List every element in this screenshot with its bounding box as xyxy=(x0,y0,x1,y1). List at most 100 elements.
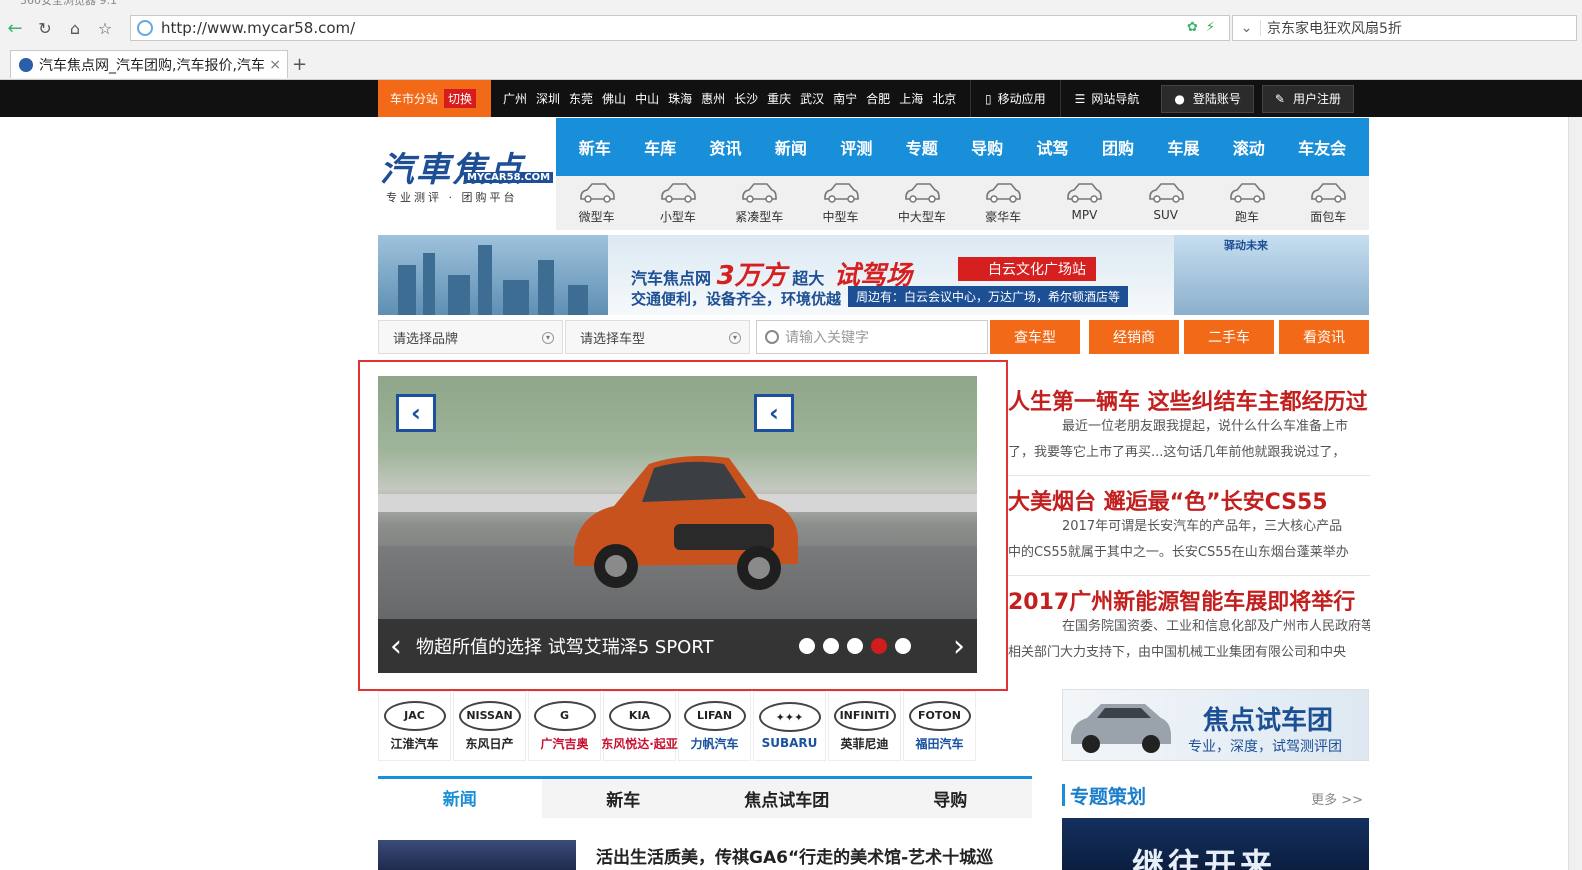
car-type-item[interactable]: 紧凑型车 xyxy=(724,176,794,230)
car-type-item[interactable]: SUV xyxy=(1131,176,1201,230)
car-type-item[interactable]: 面包车 xyxy=(1293,176,1363,230)
car-icon xyxy=(823,183,859,203)
headline-title[interactable]: 大美烟台 邂逅最“色”长安CS55 xyxy=(1008,484,1370,514)
city-link[interactable]: 东莞 xyxy=(569,90,593,107)
city-link[interactable]: 广州 xyxy=(503,90,527,107)
home-icon[interactable]: ⌂ xyxy=(60,13,90,43)
nav-item[interactable]: 导购 xyxy=(971,135,1003,159)
city-link[interactable]: 长沙 xyxy=(734,90,758,107)
nav-item[interactable]: 车友会 xyxy=(1298,135,1346,159)
register-button[interactable]: ✎ 用户注册 xyxy=(1261,84,1354,113)
mobile-app-link[interactable]: ▯ 移动应用 xyxy=(970,80,1060,117)
city-links: 广州 深圳 东莞 佛山 中山 珠海 惠州 长沙 重庆 武汉 南宁 合肥 上海 北… xyxy=(503,80,956,117)
chevron-down-icon[interactable]: ⌄ xyxy=(1233,20,1261,36)
site-nav-link[interactable]: ☰ 网站导航 xyxy=(1059,80,1154,117)
star-icon[interactable]: ☆ xyxy=(90,13,120,43)
close-icon[interactable]: × xyxy=(269,57,281,73)
login-button[interactable]: ● 登陆账号 xyxy=(1161,84,1254,113)
car-type-item[interactable]: 微型车 xyxy=(562,176,632,230)
car-type-item[interactable]: 中大型车 xyxy=(887,176,957,230)
user-icon: ● xyxy=(1174,91,1185,106)
brand-logo[interactable]: JAC 江淮汽车 xyxy=(378,691,451,761)
news-thumbnail[interactable] xyxy=(378,840,576,870)
nav-item[interactable]: 车库 xyxy=(644,135,676,159)
city-link[interactable]: 中山 xyxy=(635,90,659,107)
car-type-item[interactable]: MPV xyxy=(1049,176,1119,230)
city-selector[interactable]: 车市分站 切换 xyxy=(378,80,491,117)
slider-caption[interactable]: 物超所值的选择 试驾艾瑞泽5 SPORT xyxy=(416,633,799,659)
new-tab-icon[interactable]: + xyxy=(292,54,307,75)
topic-banner-image[interactable]: 继往开来 xyxy=(1062,818,1369,870)
city-skyline-image xyxy=(378,235,608,315)
slider-dot[interactable] xyxy=(895,638,911,654)
slider-dot[interactable] xyxy=(799,638,815,654)
more-link[interactable]: 更多 >> xyxy=(1311,789,1363,808)
city-link[interactable]: 惠州 xyxy=(701,90,725,107)
test-drive-banner[interactable]: 汽车焦点网 3万方 超大 试驾场 白云文化广场站 交通便利，设备齐全，环境优越 … xyxy=(378,235,1369,315)
nav-item[interactable]: 滚动 xyxy=(1233,135,1265,159)
refresh-icon[interactable]: ↻ xyxy=(30,13,60,43)
city-link[interactable]: 南宁 xyxy=(833,90,857,107)
lightning-icon[interactable]: ⚡ xyxy=(1206,20,1215,35)
brand-logo[interactable]: KIA 东风悦达·起亚 xyxy=(601,691,678,761)
news-button[interactable]: 看资讯 xyxy=(1279,320,1369,354)
tab-guide[interactable]: 导购 xyxy=(869,779,1033,818)
nav-item[interactable]: 专题 xyxy=(906,135,938,159)
nav-item[interactable]: 车展 xyxy=(1167,135,1199,159)
tab-mycar58[interactable]: 汽车焦点网_汽车团购,汽车报价,汽车 × xyxy=(10,50,288,78)
used-car-button[interactable]: 二手车 xyxy=(1184,320,1274,354)
scrollbar[interactable] xyxy=(1568,80,1582,870)
nav-item[interactable]: 新闻 xyxy=(775,135,807,159)
dealer-button[interactable]: 经销商 xyxy=(1089,320,1179,354)
car-type-item[interactable]: 小型车 xyxy=(643,176,713,230)
hero-slider[interactable]: ‹ ‹ ‹ 物超所值的选择 试驾艾瑞泽5 SPORT › xyxy=(378,376,977,673)
search-model-button[interactable]: 查车型 xyxy=(990,320,1080,354)
brand-logo[interactable]: G 广汽吉奥 xyxy=(528,691,601,761)
city-link[interactable]: 合肥 xyxy=(866,90,890,107)
nav-item[interactable]: 资讯 xyxy=(710,135,742,159)
city-link[interactable]: 北京 xyxy=(932,90,956,107)
browser-search-box[interactable]: ⌄ 京东家电狂欢风扇5折 xyxy=(1232,15,1577,41)
nav-item[interactable]: 试驾 xyxy=(1037,135,1069,159)
city-link[interactable]: 深圳 xyxy=(536,90,560,107)
refresh-green-icon[interactable]: ✿ xyxy=(1187,20,1198,35)
car-type-item[interactable]: 跑车 xyxy=(1212,176,1282,230)
site-logo[interactable]: 汽車焦点 MYCAR58.COM 专业测评 · 团购平台 xyxy=(380,142,554,208)
nav-item[interactable]: 评测 xyxy=(840,135,872,159)
chevron-left-icon[interactable]: ‹ xyxy=(378,629,414,664)
nav-item[interactable]: 新车 xyxy=(579,135,611,159)
brand-logo[interactable]: NISSAN 东风日产 xyxy=(453,691,526,761)
tab-test-team[interactable]: 焦点试车团 xyxy=(705,779,869,818)
slider-dot[interactable] xyxy=(871,638,887,654)
city-link[interactable]: 武汉 xyxy=(800,90,824,107)
keyword-input[interactable]: 请输入关键字 xyxy=(756,320,988,354)
slider-dot[interactable] xyxy=(823,638,839,654)
city-link[interactable]: 珠海 xyxy=(668,90,692,107)
car-type-item[interactable]: 豪华车 xyxy=(968,176,1038,230)
brand-logo[interactable]: LIFAN 力帆汽车 xyxy=(678,691,751,761)
chevron-right-icon[interactable]: › xyxy=(941,629,977,664)
tab-news[interactable]: 新闻 xyxy=(378,779,542,818)
headline-title[interactable]: 2017广州新能源智能车展即将举行 xyxy=(1008,584,1370,614)
news-headline[interactable]: 活出生活质美，传祺GA6“行走的美术馆-艺术十城巡 xyxy=(596,843,993,868)
switch-button[interactable]: 切换 xyxy=(444,89,477,108)
city-link[interactable]: 佛山 xyxy=(602,90,626,107)
chevron-down-icon: ▾ xyxy=(542,332,554,344)
model-select[interactable]: 请选择车型 ▾ xyxy=(565,320,750,354)
tab-new-car[interactable]: 新车 xyxy=(542,779,706,818)
back-icon[interactable]: ← xyxy=(0,13,30,43)
brand-logo[interactable]: INFINITI 英菲尼迪 xyxy=(828,691,901,761)
test-team-ad[interactable]: 焦点试车团 专业，深度，试驾测评团 xyxy=(1062,689,1369,761)
brand-logo[interactable]: FOTON 福田汽车 xyxy=(903,691,976,761)
banner-tag: 白云文化广场站 xyxy=(958,257,1096,281)
brand-select[interactable]: 请选择品牌 ▾ xyxy=(378,320,563,354)
brand-logo[interactable]: ✦✦✦ SUBARU xyxy=(753,691,826,761)
headline-title[interactable]: 人生第一辆车 这些纠结车主都经历过 xyxy=(1008,384,1370,414)
car-type-item[interactable]: 中型车 xyxy=(806,176,876,230)
city-link[interactable]: 重庆 xyxy=(767,90,791,107)
nav-item[interactable]: 团购 xyxy=(1102,135,1134,159)
list-icon: ☰ xyxy=(1074,91,1086,106)
slider-dot[interactable] xyxy=(847,638,863,654)
address-bar[interactable]: http://www.mycar58.com/ ✿ ⚡ xyxy=(130,15,1230,41)
city-link[interactable]: 上海 xyxy=(899,90,923,107)
